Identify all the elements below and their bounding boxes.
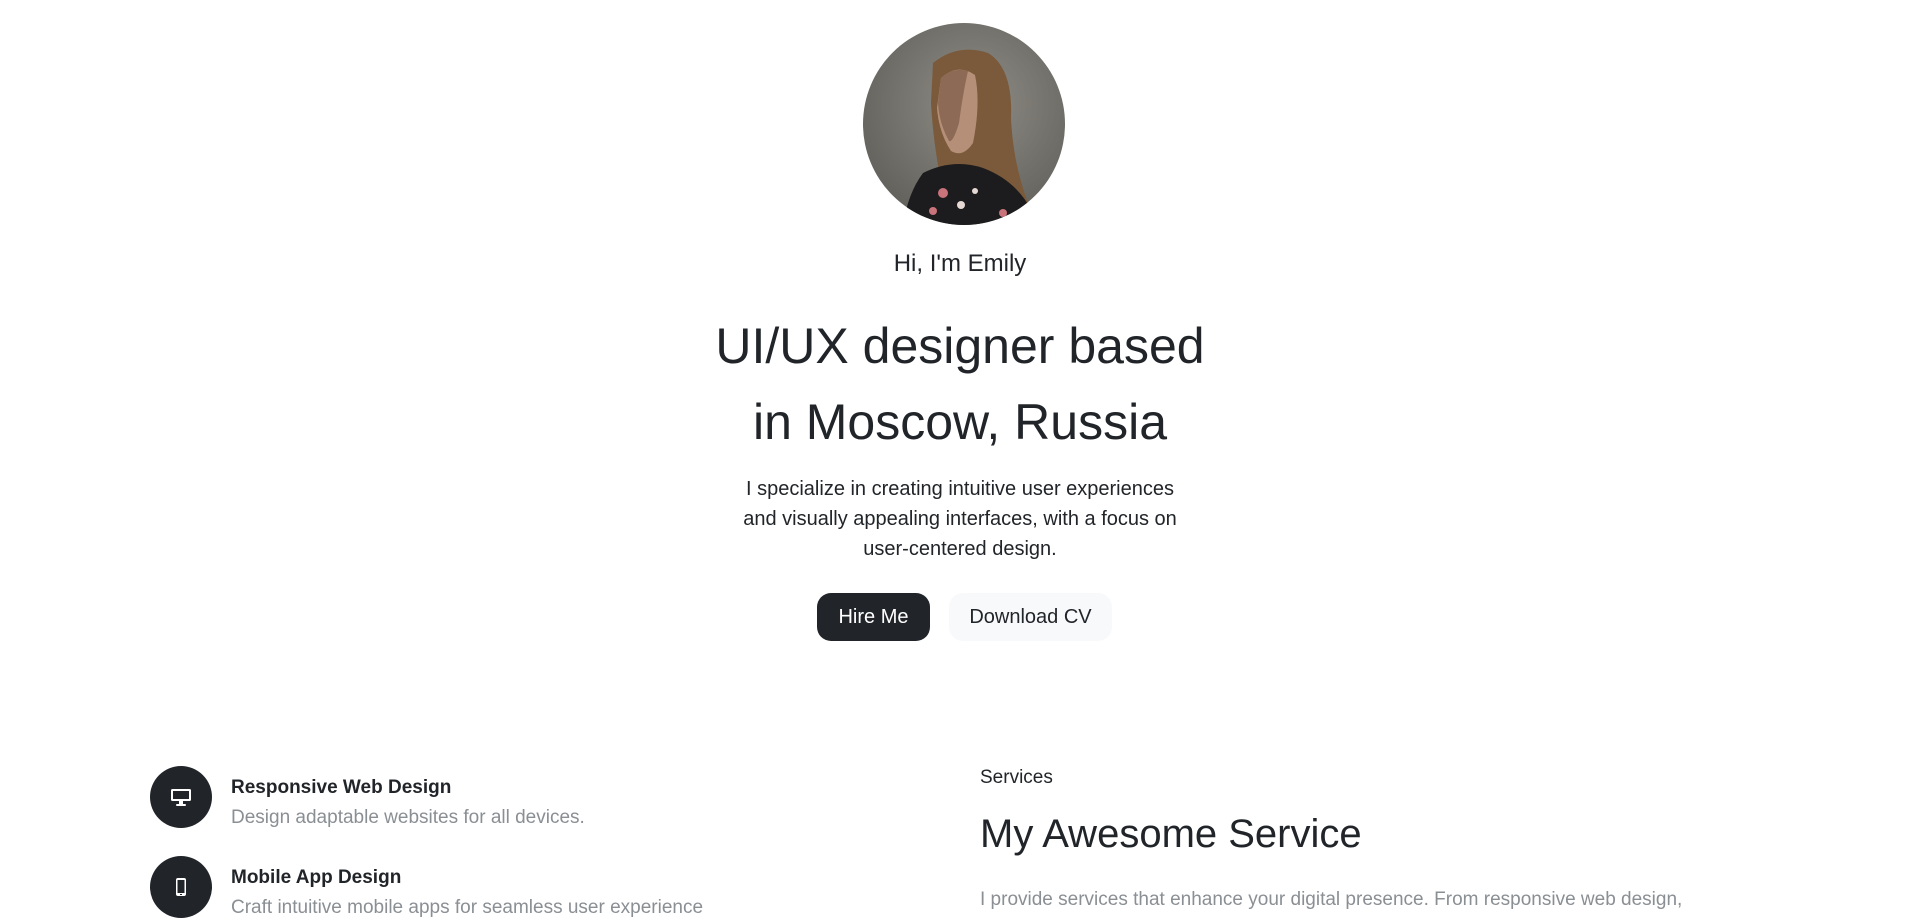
- intro-line-2: and visually appealing interfaces, with …: [743, 508, 1177, 530]
- headline-line-2: in Moscow, Russia: [752, 394, 1168, 450]
- intro-line-3: user-centered design.: [863, 538, 1057, 560]
- services-label: Services: [980, 767, 1053, 788]
- service-icon-badge: [150, 856, 212, 918]
- profile-photo: [863, 23, 1065, 225]
- services-title: My Awesome Service: [980, 812, 1362, 856]
- headline-line-1: UI/UX designer based: [715, 318, 1205, 374]
- download-cv-button[interactable]: Download CV: [949, 593, 1112, 641]
- service-title: Mobile App Design: [231, 867, 402, 888]
- hero-headline: UI/UX designer based in Moscow, Russia: [660, 308, 1260, 460]
- greeting-text: Hi, I'm Emily: [893, 250, 1027, 277]
- services-text: I provide services that enhance your dig…: [980, 889, 1683, 910]
- mobile-icon: [176, 878, 186, 896]
- service-description: Design adaptable websites for all device…: [231, 807, 585, 828]
- service-item-web-design: Responsive Web Design Design adaptable w…: [150, 766, 910, 830]
- service-title: Responsive Web Design: [231, 777, 452, 798]
- service-item-mobile-design: Mobile App Design Craft intuitive mobile…: [150, 856, 910, 920]
- intro-line-1: I specialize in creating intuitive user …: [746, 478, 1174, 500]
- portrait-image: [863, 23, 1065, 225]
- service-icon-badge: [150, 766, 212, 828]
- service-description: Craft intuitive mobile apps for seamless…: [231, 897, 704, 918]
- desktop-icon: [171, 789, 191, 806]
- hero-intro: I specialize in creating intuitive user …: [735, 474, 1185, 564]
- hire-me-button[interactable]: Hire Me: [817, 593, 930, 641]
